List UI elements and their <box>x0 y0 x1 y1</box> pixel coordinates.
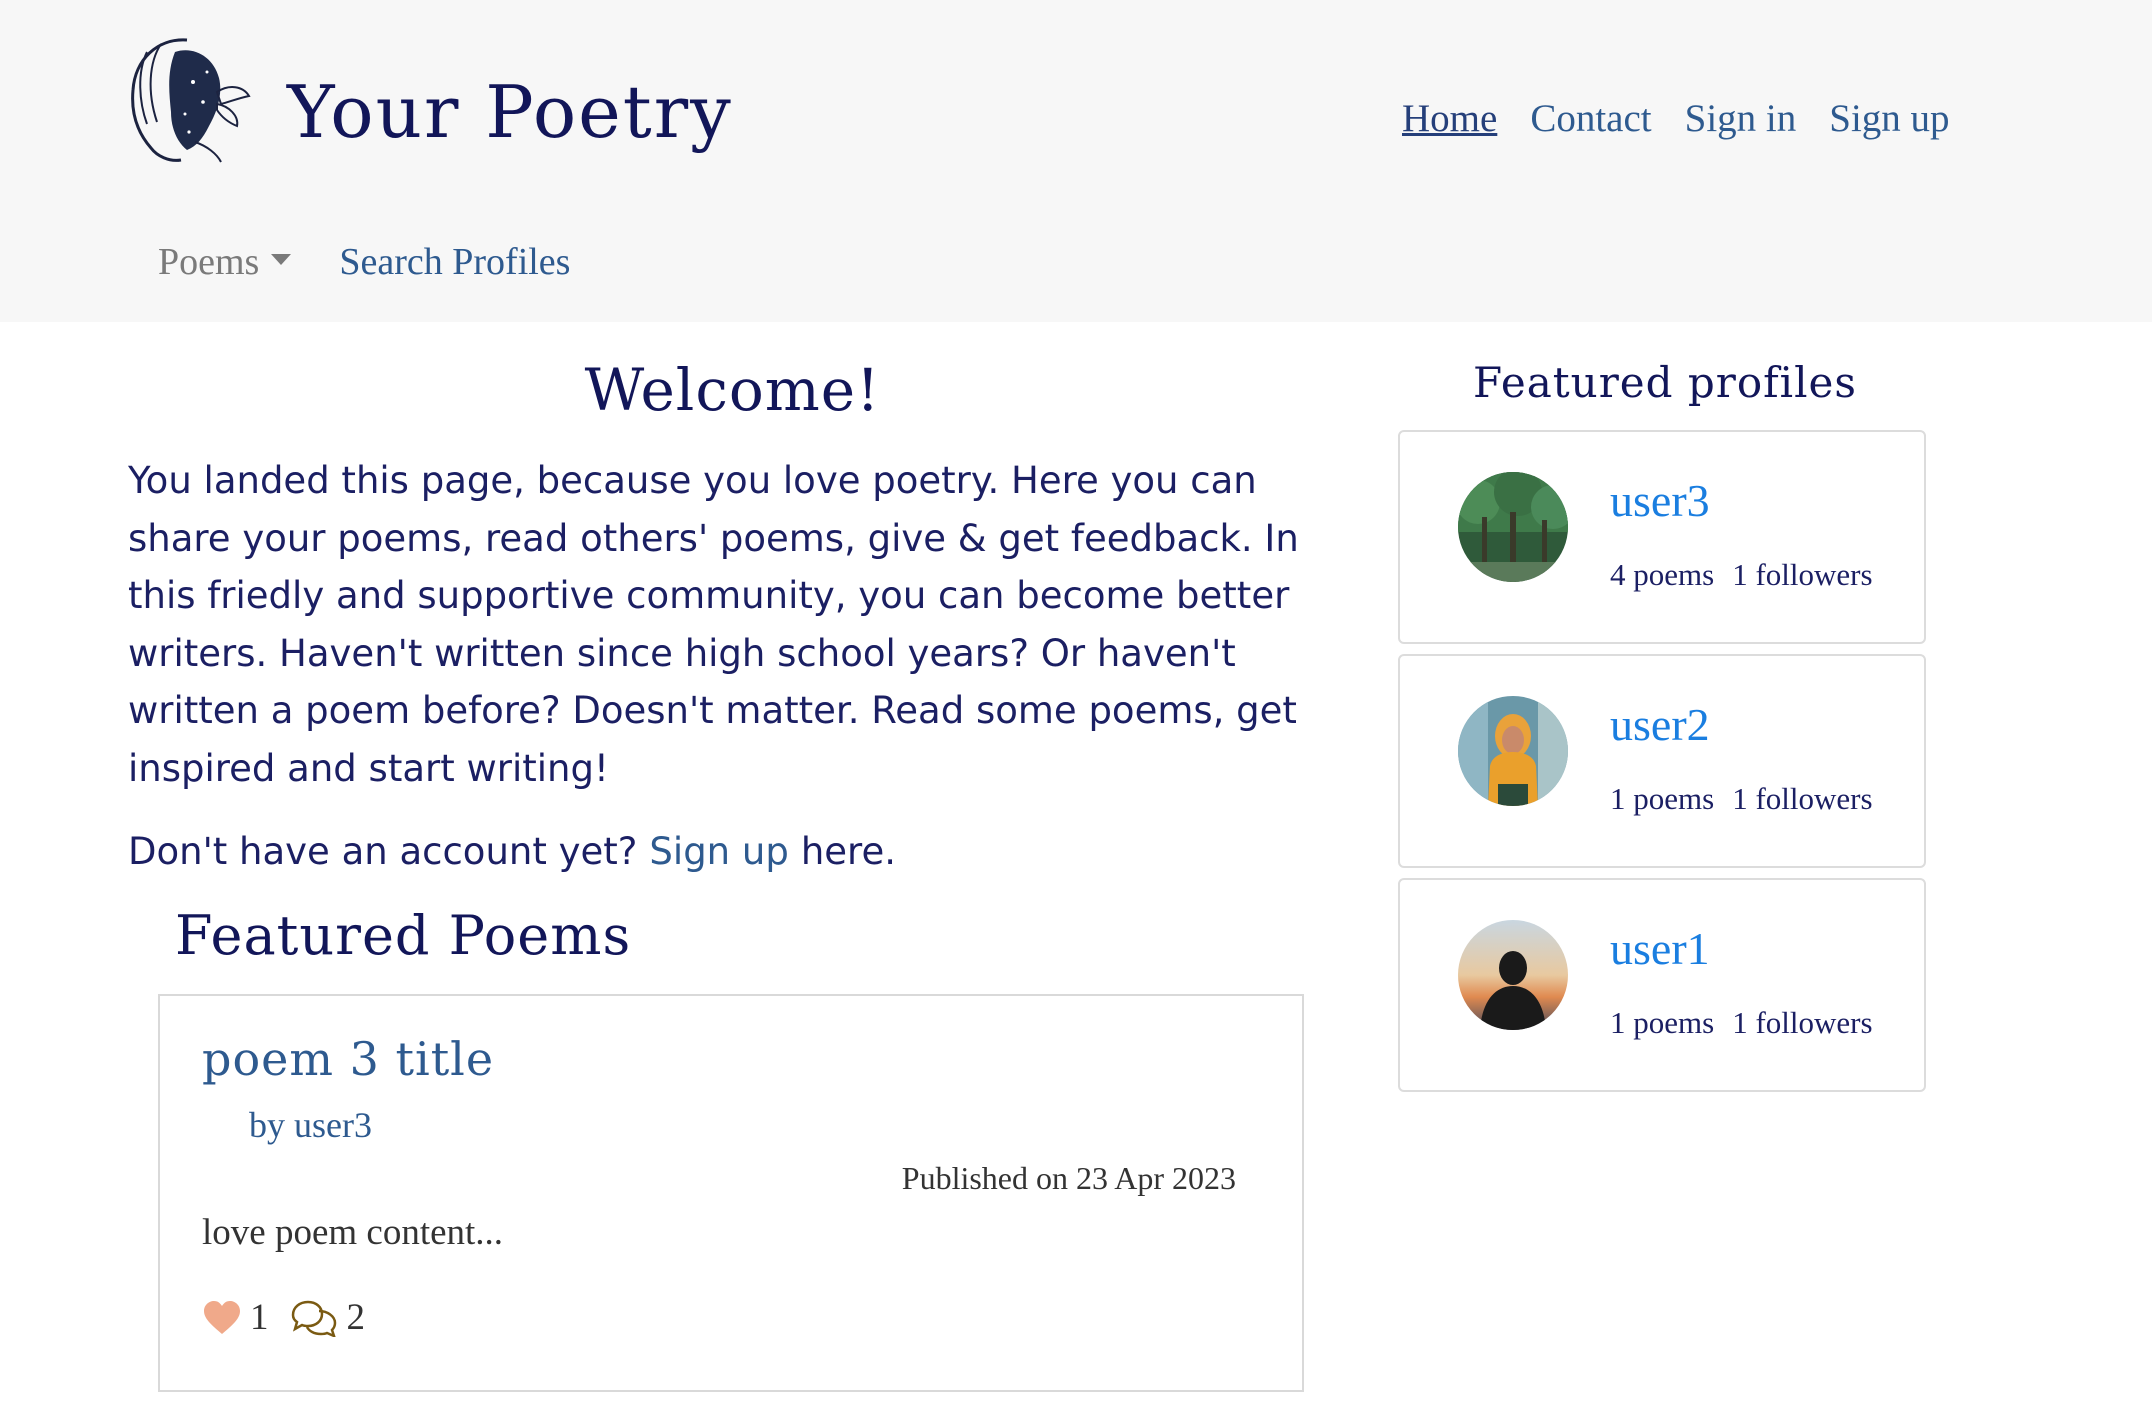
signup-prompt: Don't have an account yet? Sign up here. <box>128 830 896 873</box>
profile-name[interactable]: user2 <box>1610 698 1710 751</box>
poem-stats: 1 2 <box>202 1296 385 1339</box>
poem-author[interactable]: by user3 <box>249 1104 372 1146</box>
brand-name[interactable]: Your Poetry <box>287 70 733 154</box>
nav-contact-link[interactable]: Contact <box>1530 96 1651 141</box>
profile-card[interactable]: user1 1 poems 1 followers <box>1398 878 1926 1092</box>
profile-stats: 4 poems 1 followers <box>1610 557 1873 593</box>
nav-home-link[interactable]: Home <box>1402 96 1497 141</box>
sub-nav: Poems Search Profiles <box>158 240 570 284</box>
avatar[interactable] <box>1458 920 1568 1030</box>
signup-prefix: Don't have an account yet? <box>128 830 638 873</box>
avatar[interactable] <box>1458 472 1568 582</box>
signup-link[interactable]: Sign up <box>649 830 788 873</box>
poems-dropdown[interactable]: Poems <box>158 240 292 284</box>
profile-name[interactable]: user3 <box>1610 474 1710 527</box>
profile-followers-count: 1 followers <box>1732 781 1873 816</box>
profile-stats: 1 poems 1 followers <box>1610 1005 1873 1041</box>
featured-profiles-title: Featured profiles <box>1473 358 1857 407</box>
comments-icon <box>291 1300 336 1337</box>
likes-stat[interactable]: 1 <box>202 1296 269 1339</box>
profile-poems-count: 1 poems <box>1610 1005 1715 1040</box>
profile-followers-count: 1 followers <box>1732 557 1873 592</box>
poem-card[interactable]: poem 3 title by user3 Published on 23 Ap… <box>158 994 1304 1392</box>
nav-signin-link[interactable]: Sign in <box>1685 96 1797 141</box>
profile-poems-count: 1 poems <box>1610 781 1715 816</box>
profile-stats: 1 poems 1 followers <box>1610 781 1873 817</box>
profile-name[interactable]: user1 <box>1610 922 1710 975</box>
intro-text: You landed this page, because you love p… <box>128 459 1299 790</box>
likes-count: 1 <box>250 1297 269 1338</box>
nav-signup-link[interactable]: Sign up <box>1829 96 1949 141</box>
poem-excerpt: love poem content... <box>202 1212 504 1253</box>
comments-count: 2 <box>346 1297 366 1338</box>
top-nav: Home Contact Sign in Sign up <box>1402 96 1983 141</box>
welcome-title: Welcome! <box>584 356 881 424</box>
featured-poems-title: Featured Poems <box>175 904 632 967</box>
heart-icon <box>204 1300 240 1334</box>
poem-title[interactable]: poem 3 title <box>202 1032 494 1086</box>
profile-followers-count: 1 followers <box>1732 1005 1873 1040</box>
profile-poems-count: 4 poems <box>1610 557 1715 592</box>
poem-published-date: Published on 23 Apr 2023 <box>901 1160 1236 1196</box>
profile-card[interactable]: user3 4 poems 1 followers <box>1398 430 1926 644</box>
navbar: Your Poetry Home Contact Sign in Sign up… <box>0 0 2152 322</box>
avatar[interactable] <box>1458 696 1568 806</box>
profile-card[interactable]: user2 1 poems 1 followers <box>1398 654 1926 868</box>
comments-stat[interactable]: 2 <box>289 1296 366 1339</box>
signup-suffix: here. <box>800 830 896 873</box>
poems-dropdown-label: Poems <box>158 241 260 283</box>
caret-down-icon <box>271 253 292 265</box>
search-profiles-link[interactable]: Search Profiles <box>339 240 570 284</box>
logo-icon[interactable] <box>117 32 255 166</box>
